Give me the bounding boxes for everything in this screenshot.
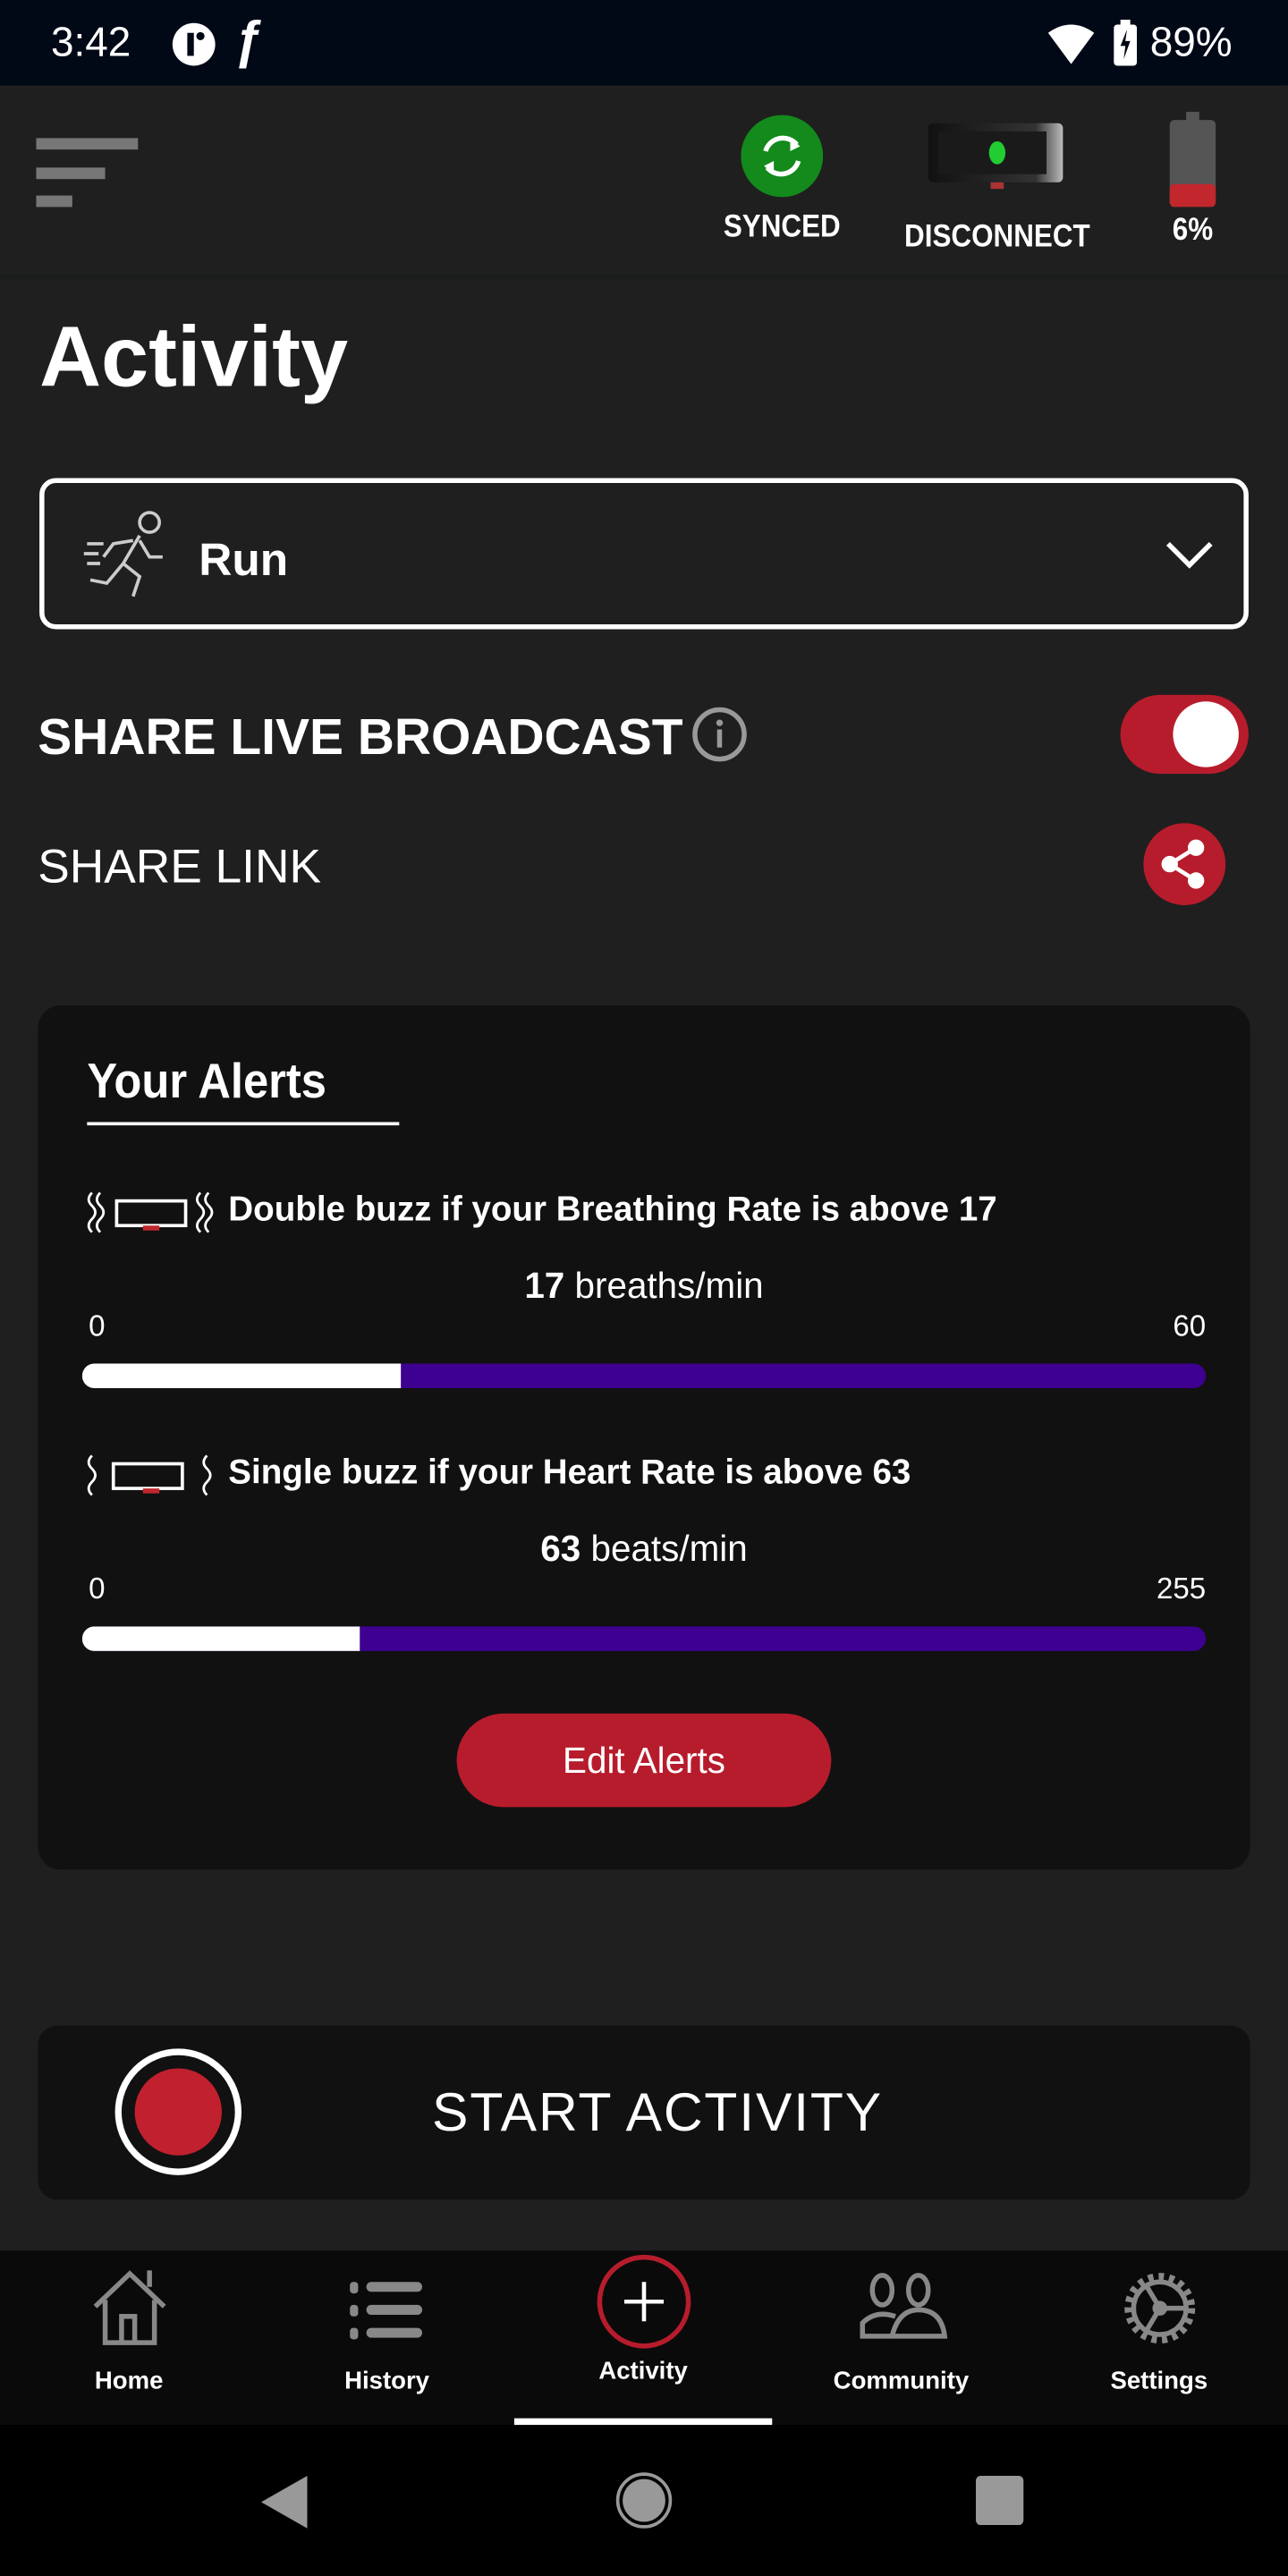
nav-settings-label: Settings [1110,2367,1208,2395]
recents-icon[interactable] [976,2475,1024,2526]
share-link-label: SHARE LINK [38,841,321,894]
page-title: Activity [39,310,349,406]
activity-select-value: Run [199,533,289,585]
alert-value-number: 17 [524,1265,565,1307]
device-battery: 6% [1150,111,1236,250]
record-icon [114,2048,242,2175]
wifi-icon [1047,24,1095,64]
app-notification-icon [172,22,216,66]
battery-percent: 89% [1149,20,1233,66]
device-icon [928,123,1063,190]
nav-community[interactable]: Community [772,2267,1030,2395]
alert-value: 17 breaths/min [82,1265,1206,1308]
alert-item: Double buzz if your Breathing Rate is ab… [81,1182,1233,1429]
alert-text: Double buzz if your Breathing Rate is ab… [228,1191,997,1229]
alert-threshold-slider[interactable] [81,1626,1207,1651]
alert-value-number: 63 [540,1528,581,1570]
nav-activity[interactable]: Activity [514,2254,772,2385]
menu-icon[interactable] [36,138,141,210]
nav-home-label: Home [94,2367,164,2395]
alert-item: Single buzz if your Heart Rate is above … [81,1445,1233,1692]
community-icon [859,2273,947,2339]
active-tab-indicator [513,2418,773,2426]
share-live-broadcast-label: SHARE LIVE BROADCAST [38,708,683,766]
alert-threshold-slider[interactable] [81,1363,1207,1389]
home-icon [92,2270,165,2345]
run-icon [83,511,163,597]
single-buzz-icon [87,1454,212,1496]
activity-type-select[interactable]: Run [39,478,1249,630]
share-icon[interactable] [1143,823,1226,906]
nav-community-label: Community [833,2367,970,2395]
alert-unit: breaths/min [574,1265,764,1307]
nav-home[interactable]: Home [0,2267,258,2395]
disconnect-label: DISCONNECT [904,220,1090,255]
edit-alerts-button[interactable]: Edit Alerts [456,1713,832,1808]
device-battery-label: 6% [1172,213,1214,249]
broadcast-toggle[interactable] [1120,694,1249,775]
alert-text: Single buzz if your Heart Rate is above … [228,1453,911,1492]
alert-max: 255 [1156,1572,1207,1606]
alert-unit: beats/min [590,1528,748,1570]
gear-icon [1123,2273,1195,2344]
alert-max: 60 [1173,1309,1207,1343]
device-battery-icon [1169,111,1216,208]
synced-label: SYNCED [723,210,841,245]
battery-charging-icon [1114,20,1138,66]
slider-fill [81,1363,401,1389]
slider-fill [81,1626,360,1651]
alert-value: 63 beats/min [82,1528,1206,1571]
status-bar: 3:42 ƒ 89% [0,0,1288,86]
status-time: 3:42 [50,20,131,66]
nav-history[interactable]: History [258,2267,515,2395]
start-activity-label: START ACTIVITY [432,2081,884,2143]
start-activity-button[interactable]: START ACTIVITY [38,2025,1250,2200]
back-icon[interactable] [258,2474,310,2529]
double-buzz-icon [87,1191,214,1233]
home-circle-icon[interactable] [614,2470,674,2529]
alert-min: 0 [89,1572,106,1606]
info-icon[interactable] [691,707,747,762]
alert-min: 0 [89,1309,106,1343]
list-icon [349,2282,422,2340]
alerts-title: Your Alerts [87,1055,326,1109]
sync-icon [741,114,824,198]
nav-settings[interactable]: Settings [1030,2267,1288,2395]
disconnect-button[interactable]: DISCONNECT [887,122,1107,257]
nav-activity-label: Activity [598,2357,688,2385]
fitness-app-icon: ƒ [233,10,263,70]
toggle-knob [1173,701,1239,767]
synced-status[interactable]: SYNCED [707,114,858,247]
add-icon [596,2254,691,2349]
system-nav-bar [0,2425,1288,2576]
nav-history-label: History [344,2367,430,2395]
chevron-down-icon [1165,542,1213,569]
app-header: SYNCED DISCONNECT 6% [0,85,1288,280]
alerts-title-underline [87,1122,400,1126]
